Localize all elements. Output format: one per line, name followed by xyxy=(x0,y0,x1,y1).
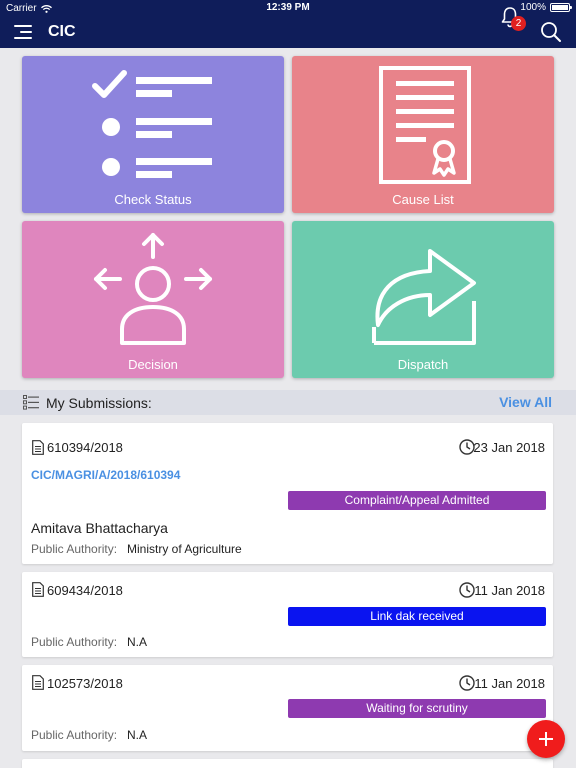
share-arrow-icon xyxy=(372,249,476,345)
battery-percent: 100% xyxy=(520,2,546,13)
person-arrows-icon xyxy=(94,233,212,345)
dispatch-label: Dispatch xyxy=(397,357,449,372)
cause-list-label: Cause List xyxy=(392,192,454,207)
add-submission-button[interactable] xyxy=(527,720,565,758)
public-authority-label: Public Authority: xyxy=(31,542,118,556)
submission-card[interactable]: 102573/2018 11 Jan 2018 Waiting for scru… xyxy=(22,665,553,751)
status-badge: Complaint/Appeal Admitted xyxy=(288,491,546,510)
public-authority-value: N.A xyxy=(127,635,148,649)
submission-ref: 609434/2018 xyxy=(47,583,123,598)
checklist-icon xyxy=(92,70,212,178)
submission-card[interactable]: 610394/2018 23 Jan 2018 CIC/MAGRI/A/2018… xyxy=(22,423,553,564)
top-navbar: CIC xyxy=(0,16,576,48)
clock-icon xyxy=(459,675,475,691)
document-icon xyxy=(32,582,44,597)
clock-time: 12:39 PM xyxy=(266,2,310,13)
submission-ref: 102573/2018 xyxy=(47,676,123,691)
status-bar: Carrier 12:39 PM 100% xyxy=(0,0,576,16)
submission-date: 11 Jan 2018 xyxy=(474,676,545,691)
status-badge: Link dak received xyxy=(288,607,546,626)
check-status-label: Check Status xyxy=(114,192,192,207)
document-icon xyxy=(32,440,44,455)
certificate-document-icon xyxy=(379,66,471,184)
submissions-title: My Submissions: xyxy=(46,395,152,411)
status-badge: Waiting for scrutiny xyxy=(288,699,546,718)
document-icon xyxy=(32,675,44,690)
submission-card[interactable] xyxy=(22,759,553,768)
decision-label: Decision xyxy=(128,357,178,372)
search-icon[interactable] xyxy=(540,21,562,43)
view-all-link[interactable]: View All xyxy=(499,394,552,410)
submission-ref: 610394/2018 xyxy=(47,440,123,455)
list-icon xyxy=(23,395,39,410)
public-authority-value: N.A xyxy=(127,728,148,742)
battery-info: 100% xyxy=(520,2,572,13)
menu-icon[interactable] xyxy=(14,25,34,39)
notification-badge: 2 xyxy=(511,16,526,31)
applicant-name: Amitava Bhattacharya xyxy=(31,520,168,536)
submission-date: 23 Jan 2018 xyxy=(473,440,545,455)
decision-tile[interactable]: Decision xyxy=(22,221,284,378)
clock-icon xyxy=(459,582,475,598)
case-number-link[interactable]: CIC/MAGRI/A/2018/610394 xyxy=(31,468,180,482)
public-authority-label: Public Authority: xyxy=(31,728,118,742)
app-title: CIC xyxy=(48,23,76,40)
submission-date: 11 Jan 2018 xyxy=(474,583,545,598)
cause-list-tile[interactable]: Cause List xyxy=(292,56,554,213)
submissions-header: My Submissions: View All xyxy=(0,390,576,415)
public-authority-value: Ministry of Agriculture xyxy=(127,542,242,556)
battery-icon xyxy=(550,3,572,12)
submission-card[interactable]: 609434/2018 11 Jan 2018 Link dak receive… xyxy=(22,572,553,657)
public-authority-label: Public Authority: xyxy=(31,635,118,649)
dispatch-tile[interactable]: Dispatch xyxy=(292,221,554,378)
check-status-tile[interactable]: Check Status xyxy=(22,56,284,213)
